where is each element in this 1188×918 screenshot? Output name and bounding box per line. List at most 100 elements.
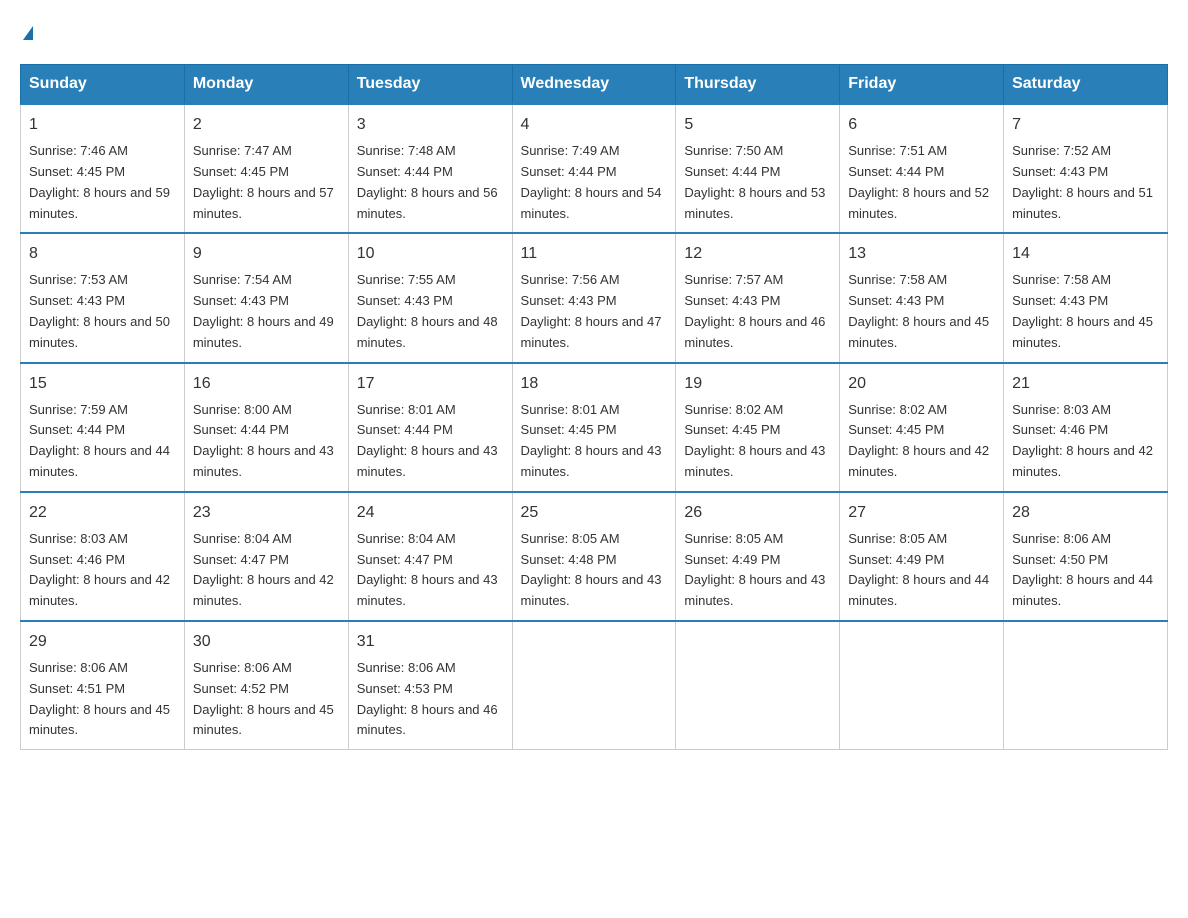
calendar-cell: 28 Sunrise: 8:06 AMSunset: 4:50 PMDaylig… <box>1004 492 1168 621</box>
calendar-cell: 31 Sunrise: 8:06 AMSunset: 4:53 PMDaylig… <box>348 621 512 750</box>
day-of-week-header: Tuesday <box>348 65 512 105</box>
day-info: Sunrise: 8:06 AMSunset: 4:52 PMDaylight:… <box>193 658 340 741</box>
day-info: Sunrise: 8:06 AMSunset: 4:53 PMDaylight:… <box>357 658 504 741</box>
calendar-cell: 27 Sunrise: 8:05 AMSunset: 4:49 PMDaylig… <box>840 492 1004 621</box>
calendar-cell: 29 Sunrise: 8:06 AMSunset: 4:51 PMDaylig… <box>21 621 185 750</box>
calendar-cell: 11 Sunrise: 7:56 AMSunset: 4:43 PMDaylig… <box>512 233 676 362</box>
day-number: 11 <box>521 242 668 266</box>
logo-triangle-icon <box>23 26 33 40</box>
day-info: Sunrise: 8:02 AMSunset: 4:45 PMDaylight:… <box>848 400 995 483</box>
calendar-cell: 12 Sunrise: 7:57 AMSunset: 4:43 PMDaylig… <box>676 233 840 362</box>
day-info: Sunrise: 8:06 AMSunset: 4:51 PMDaylight:… <box>29 658 176 741</box>
calendar-table: SundayMondayTuesdayWednesdayThursdayFrid… <box>20 64 1168 750</box>
calendar-cell: 21 Sunrise: 8:03 AMSunset: 4:46 PMDaylig… <box>1004 363 1168 492</box>
day-info: Sunrise: 7:52 AMSunset: 4:43 PMDaylight:… <box>1012 141 1159 224</box>
day-number: 29 <box>29 630 176 654</box>
calendar-cell: 30 Sunrise: 8:06 AMSunset: 4:52 PMDaylig… <box>184 621 348 750</box>
day-info: Sunrise: 8:05 AMSunset: 4:49 PMDaylight:… <box>848 529 995 612</box>
day-number: 30 <box>193 630 340 654</box>
day-number: 9 <box>193 242 340 266</box>
calendar-cell: 19 Sunrise: 8:02 AMSunset: 4:45 PMDaylig… <box>676 363 840 492</box>
day-of-week-header: Saturday <box>1004 65 1168 105</box>
calendar-week-row: 1 Sunrise: 7:46 AMSunset: 4:45 PMDayligh… <box>21 104 1168 233</box>
day-number: 8 <box>29 242 176 266</box>
day-of-week-header: Wednesday <box>512 65 676 105</box>
calendar-cell: 5 Sunrise: 7:50 AMSunset: 4:44 PMDayligh… <box>676 104 840 233</box>
day-info: Sunrise: 8:03 AMSunset: 4:46 PMDaylight:… <box>1012 400 1159 483</box>
day-number: 12 <box>684 242 831 266</box>
day-info: Sunrise: 8:01 AMSunset: 4:45 PMDaylight:… <box>521 400 668 483</box>
day-info: Sunrise: 7:49 AMSunset: 4:44 PMDaylight:… <box>521 141 668 224</box>
day-info: Sunrise: 7:46 AMSunset: 4:45 PMDaylight:… <box>29 141 176 224</box>
day-info: Sunrise: 8:03 AMSunset: 4:46 PMDaylight:… <box>29 529 176 612</box>
day-info: Sunrise: 8:00 AMSunset: 4:44 PMDaylight:… <box>193 400 340 483</box>
day-number: 2 <box>193 113 340 137</box>
day-info: Sunrise: 8:04 AMSunset: 4:47 PMDaylight:… <box>193 529 340 612</box>
calendar-cell: 8 Sunrise: 7:53 AMSunset: 4:43 PMDayligh… <box>21 233 185 362</box>
day-info: Sunrise: 7:54 AMSunset: 4:43 PMDaylight:… <box>193 270 340 353</box>
day-info: Sunrise: 7:50 AMSunset: 4:44 PMDaylight:… <box>684 141 831 224</box>
day-number: 16 <box>193 372 340 396</box>
day-number: 24 <box>357 501 504 525</box>
day-number: 26 <box>684 501 831 525</box>
day-number: 27 <box>848 501 995 525</box>
day-number: 28 <box>1012 501 1159 525</box>
day-number: 15 <box>29 372 176 396</box>
day-number: 4 <box>521 113 668 137</box>
logo <box>20 20 33 44</box>
day-info: Sunrise: 7:58 AMSunset: 4:43 PMDaylight:… <box>848 270 995 353</box>
day-of-week-header: Friday <box>840 65 1004 105</box>
calendar-cell <box>840 621 1004 750</box>
day-number: 10 <box>357 242 504 266</box>
calendar-header-row: SundayMondayTuesdayWednesdayThursdayFrid… <box>21 65 1168 105</box>
calendar-cell: 22 Sunrise: 8:03 AMSunset: 4:46 PMDaylig… <box>21 492 185 621</box>
calendar-cell: 16 Sunrise: 8:00 AMSunset: 4:44 PMDaylig… <box>184 363 348 492</box>
day-info: Sunrise: 8:02 AMSunset: 4:45 PMDaylight:… <box>684 400 831 483</box>
day-info: Sunrise: 8:05 AMSunset: 4:48 PMDaylight:… <box>521 529 668 612</box>
day-number: 23 <box>193 501 340 525</box>
calendar-cell: 26 Sunrise: 8:05 AMSunset: 4:49 PMDaylig… <box>676 492 840 621</box>
calendar-cell: 25 Sunrise: 8:05 AMSunset: 4:48 PMDaylig… <box>512 492 676 621</box>
calendar-cell: 4 Sunrise: 7:49 AMSunset: 4:44 PMDayligh… <box>512 104 676 233</box>
day-info: Sunrise: 8:06 AMSunset: 4:50 PMDaylight:… <box>1012 529 1159 612</box>
calendar-week-row: 15 Sunrise: 7:59 AMSunset: 4:44 PMDaylig… <box>21 363 1168 492</box>
calendar-cell: 15 Sunrise: 7:59 AMSunset: 4:44 PMDaylig… <box>21 363 185 492</box>
calendar-cell: 14 Sunrise: 7:58 AMSunset: 4:43 PMDaylig… <box>1004 233 1168 362</box>
calendar-week-row: 22 Sunrise: 8:03 AMSunset: 4:46 PMDaylig… <box>21 492 1168 621</box>
day-info: Sunrise: 7:51 AMSunset: 4:44 PMDaylight:… <box>848 141 995 224</box>
day-info: Sunrise: 7:48 AMSunset: 4:44 PMDaylight:… <box>357 141 504 224</box>
day-number: 31 <box>357 630 504 654</box>
day-of-week-header: Thursday <box>676 65 840 105</box>
page-header <box>20 20 1168 44</box>
day-number: 3 <box>357 113 504 137</box>
day-of-week-header: Sunday <box>21 65 185 105</box>
calendar-cell: 23 Sunrise: 8:04 AMSunset: 4:47 PMDaylig… <box>184 492 348 621</box>
day-info: Sunrise: 7:57 AMSunset: 4:43 PMDaylight:… <box>684 270 831 353</box>
day-number: 7 <box>1012 113 1159 137</box>
day-number: 20 <box>848 372 995 396</box>
calendar-cell: 6 Sunrise: 7:51 AMSunset: 4:44 PMDayligh… <box>840 104 1004 233</box>
day-number: 25 <box>521 501 668 525</box>
calendar-week-row: 8 Sunrise: 7:53 AMSunset: 4:43 PMDayligh… <box>21 233 1168 362</box>
calendar-cell: 7 Sunrise: 7:52 AMSunset: 4:43 PMDayligh… <box>1004 104 1168 233</box>
day-number: 19 <box>684 372 831 396</box>
calendar-cell: 2 Sunrise: 7:47 AMSunset: 4:45 PMDayligh… <box>184 104 348 233</box>
day-number: 6 <box>848 113 995 137</box>
day-number: 1 <box>29 113 176 137</box>
day-number: 14 <box>1012 242 1159 266</box>
day-info: Sunrise: 7:55 AMSunset: 4:43 PMDaylight:… <box>357 270 504 353</box>
day-number: 18 <box>521 372 668 396</box>
calendar-cell: 24 Sunrise: 8:04 AMSunset: 4:47 PMDaylig… <box>348 492 512 621</box>
calendar-week-row: 29 Sunrise: 8:06 AMSunset: 4:51 PMDaylig… <box>21 621 1168 750</box>
calendar-cell: 1 Sunrise: 7:46 AMSunset: 4:45 PMDayligh… <box>21 104 185 233</box>
calendar-cell: 10 Sunrise: 7:55 AMSunset: 4:43 PMDaylig… <box>348 233 512 362</box>
day-number: 5 <box>684 113 831 137</box>
day-number: 17 <box>357 372 504 396</box>
day-number: 21 <box>1012 372 1159 396</box>
day-info: Sunrise: 7:53 AMSunset: 4:43 PMDaylight:… <box>29 270 176 353</box>
day-number: 22 <box>29 501 176 525</box>
day-info: Sunrise: 7:59 AMSunset: 4:44 PMDaylight:… <box>29 400 176 483</box>
day-info: Sunrise: 8:04 AMSunset: 4:47 PMDaylight:… <box>357 529 504 612</box>
day-info: Sunrise: 8:05 AMSunset: 4:49 PMDaylight:… <box>684 529 831 612</box>
day-info: Sunrise: 8:01 AMSunset: 4:44 PMDaylight:… <box>357 400 504 483</box>
